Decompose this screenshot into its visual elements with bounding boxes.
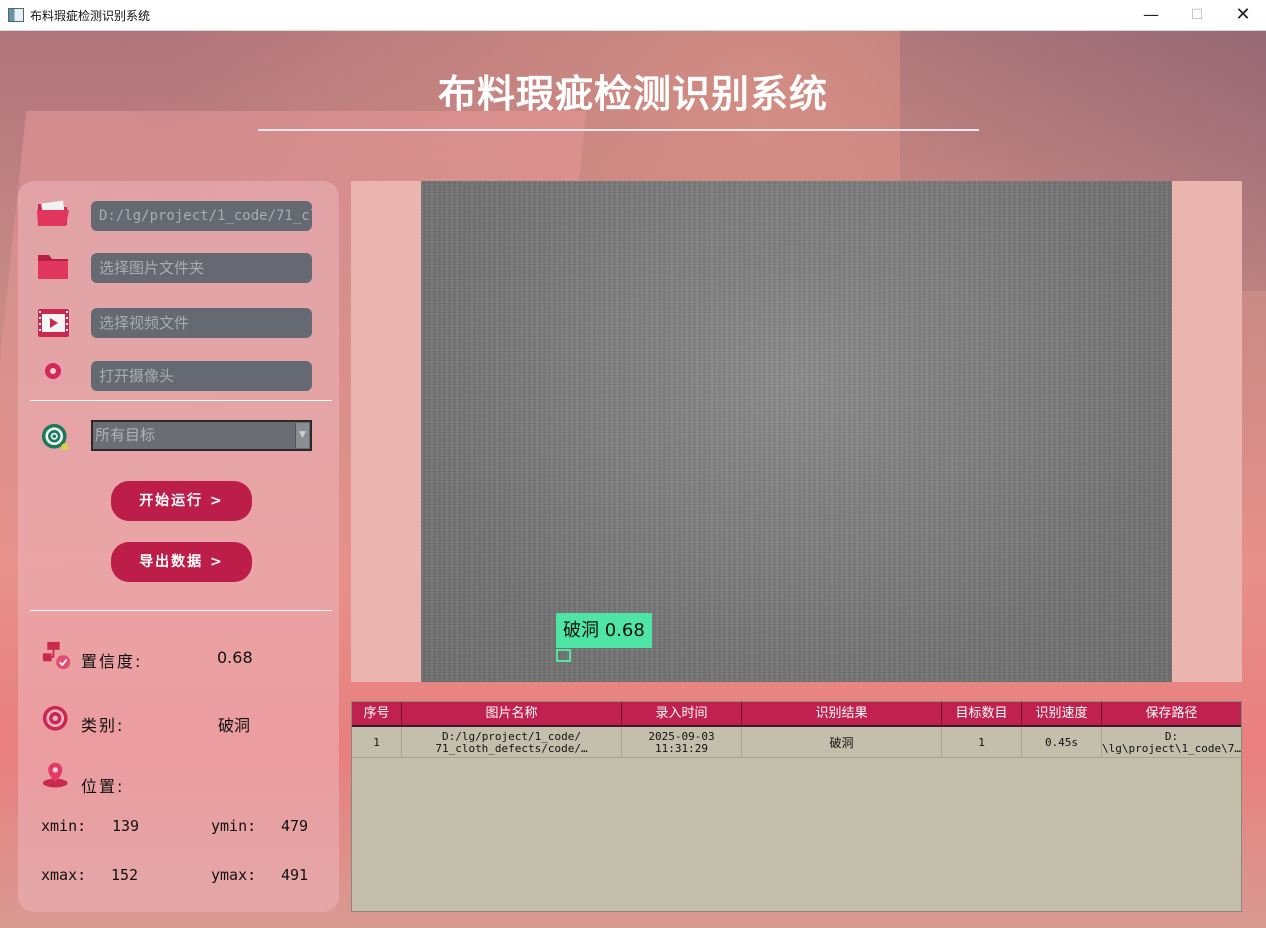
- target-icon: [41, 423, 69, 451]
- page-title: 布料瑕疵检测识别系统: [437, 72, 828, 116]
- column-header[interactable]: 保存路径: [1102, 702, 1241, 727]
- column-header[interactable]: 目标数目: [942, 702, 1022, 727]
- confidence-icon: [42, 641, 71, 670]
- column-header[interactable]: 识别速度: [1022, 702, 1102, 727]
- camera-icon[interactable]: [37, 357, 71, 387]
- start-button[interactable]: 开始运行 >: [111, 481, 252, 521]
- table-cell: 2025-09-03 11:31:29: [622, 727, 742, 758]
- close-button[interactable]: ✕: [1220, 0, 1266, 31]
- image-file-icon[interactable]: [36, 198, 70, 228]
- xmax-label: xmax:: [41, 866, 87, 884]
- class-icon: [42, 705, 68, 731]
- minimize-button[interactable]: —: [1128, 0, 1174, 31]
- video-file-input[interactable]: 选择视频文件: [91, 308, 312, 338]
- folder-icon[interactable]: [36, 251, 70, 281]
- ymax-label: ymax:: [211, 866, 257, 884]
- table-cell: D: \lg\project\1_code\7…: [1102, 729, 1241, 755]
- column-header[interactable]: 录入时间: [622, 702, 742, 727]
- control-panel: D:/lg/project/1_code/71_cloth_defects/co…: [18, 181, 339, 912]
- window-title: 布料瑕疵检测识别系统: [30, 9, 151, 23]
- table-cell: 破洞: [742, 727, 942, 758]
- table-cell: 1: [942, 727, 1022, 758]
- confidence-value: 0.68: [217, 648, 253, 667]
- class-label: 类别:: [81, 716, 125, 735]
- image-display: 破洞 0.68: [351, 181, 1242, 682]
- target-select-value: 所有目标: [95, 426, 156, 444]
- title-divider: [258, 129, 979, 131]
- window-titlebar: 布料瑕疵检测识别系统 — ☐ ✕: [0, 0, 1266, 31]
- image-folder-input[interactable]: 选择图片文件夹: [91, 253, 312, 283]
- table-cell: 1: [352, 727, 402, 758]
- xmin-value: 139: [112, 817, 140, 835]
- target-select[interactable]: 所有目标 ▼: [91, 420, 312, 451]
- position-label: 位置:: [81, 777, 125, 796]
- ymin-label: ymin:: [211, 817, 257, 835]
- detection-label: 破洞 0.68: [556, 613, 652, 648]
- image-file-input[interactable]: D:/lg/project/1_code/71_cloth_defects/co…: [91, 201, 312, 231]
- column-header[interactable]: 图片名称: [402, 702, 622, 727]
- export-button[interactable]: 导出数据 >: [111, 542, 252, 582]
- column-header[interactable]: 序号: [352, 702, 402, 727]
- results-table[interactable]: 序号 图片名称 录入时间 识别结果 目标数目 识别速度 保存路径 1 D:/lg…: [351, 701, 1242, 912]
- column-header[interactable]: 识别结果: [742, 702, 942, 727]
- panel-divider: [30, 400, 332, 401]
- table-header: 序号 图片名称 录入时间 识别结果 目标数目 识别速度 保存路径: [352, 702, 1241, 727]
- xmax-value: 152: [111, 866, 139, 884]
- class-value: 破洞: [218, 716, 251, 735]
- panel-divider: [30, 610, 332, 611]
- app-icon: [8, 8, 24, 22]
- table-cell: 0.45s: [1022, 727, 1102, 758]
- table-cell: D:/lg/project/1_code/ 71_cloth_defects/c…: [402, 727, 622, 758]
- chevron-down-icon[interactable]: ▼: [295, 423, 309, 448]
- maximize-button[interactable]: ☐: [1174, 0, 1220, 31]
- location-pin-icon: [42, 762, 68, 788]
- xmin-label: xmin:: [41, 817, 87, 835]
- confidence-label: 置信度:: [81, 652, 143, 671]
- table-row[interactable]: 1 D:/lg/project/1_code/ 71_cloth_defects…: [352, 727, 1241, 758]
- ymin-value: 479: [281, 817, 309, 835]
- main-window: 布料瑕疵检测识别系统 D:/lg/project/1_code/71_cloth…: [0, 31, 1266, 928]
- fabric-image: 破洞 0.68: [421, 181, 1172, 682]
- camera-input[interactable]: 打开摄像头: [91, 361, 312, 391]
- ymax-value: 491: [281, 866, 309, 884]
- detection-box: [556, 649, 571, 662]
- video-file-icon[interactable]: [37, 308, 71, 338]
